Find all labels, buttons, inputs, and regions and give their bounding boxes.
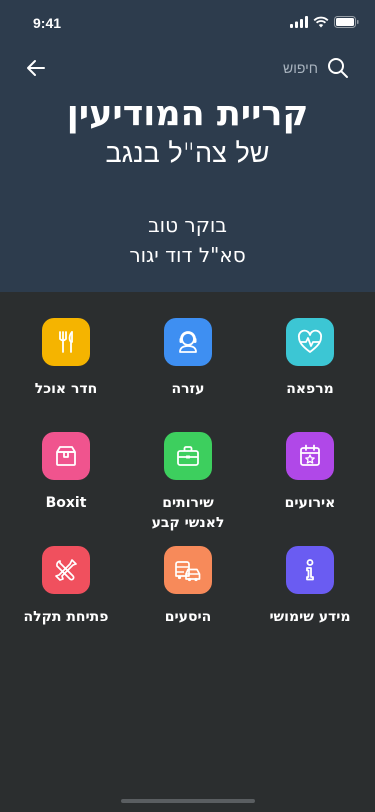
tile-label: מידע שימושי (269, 609, 351, 625)
status-time: 9:41 (33, 15, 62, 31)
signal-icon (290, 16, 308, 28)
tile-icon-bg (286, 432, 334, 480)
tile-report-issue[interactable]: פתיחת תקלה (6, 546, 126, 627)
back-button[interactable] (24, 56, 48, 80)
tile-label: עזרה (171, 381, 205, 397)
tile-boxit[interactable]: Boxit (6, 432, 126, 513)
tile-icon-bg (42, 432, 90, 480)
tile-label: פתיחת תקלה (23, 609, 109, 625)
tile-label: אירועים (284, 495, 336, 511)
tile-icon-bg (286, 546, 334, 594)
tile-dining-room[interactable]: חדר אוכל (6, 318, 126, 399)
calendar-star-icon (300, 444, 320, 466)
heart-pulse-icon (298, 329, 322, 353)
tile-help[interactable]: עזרה (128, 318, 248, 399)
header: 9:41 חיפוש קריית המודיעין של צה"ל בנגב ב… (0, 0, 375, 292)
tile-icon-bg (286, 318, 334, 366)
tile-icon-bg (164, 318, 212, 366)
tile-icon-bg (164, 432, 212, 480)
user-name: סא"ל דוד יגור (129, 243, 246, 267)
status-icons (290, 16, 359, 28)
page-title: קריית המודיעין (66, 94, 309, 134)
tile-label: חדר אוכל (34, 381, 98, 397)
support-agent-icon (179, 331, 197, 353)
top-nav: חיפוש (0, 52, 375, 84)
bus-car-icon (175, 561, 201, 582)
tile-label: היסעים (164, 609, 212, 625)
greeting: בוקר טוב (148, 213, 227, 237)
tile-label: שירותים לאנשי קבע (151, 495, 225, 531)
package-box-icon (56, 446, 76, 466)
tile-useful-info[interactable]: מידע שימושי (250, 546, 370, 627)
tile-label: מרפאה (286, 381, 334, 397)
search-icon (328, 58, 348, 78)
tile-label: Boxit (45, 495, 87, 511)
tile-transportation[interactable]: היסעים (128, 546, 248, 627)
tile-icon-bg (42, 318, 90, 366)
info-icon (306, 559, 314, 581)
home-indicator (121, 799, 255, 803)
tile-career-services[interactable]: שירותים לאנשי קבע (128, 432, 248, 533)
fork-knife-icon (59, 331, 73, 353)
tile-icon-bg (42, 546, 90, 594)
search-label: חיפוש (283, 60, 318, 76)
arrow-left-icon (27, 60, 45, 76)
tile-clinic[interactable]: מרפאה (250, 318, 370, 399)
wifi-icon (313, 16, 329, 28)
briefcase-icon (177, 446, 199, 466)
search-button[interactable]: חיפוש (283, 56, 349, 80)
battery-icon (334, 16, 359, 28)
status-bar: 9:41 (0, 0, 375, 44)
page-subtitle: של צה"ל בנגב (105, 138, 270, 169)
tile-icon-bg (164, 546, 212, 594)
tools-icon (55, 559, 77, 581)
tile-events[interactable]: אירועים (250, 432, 370, 513)
